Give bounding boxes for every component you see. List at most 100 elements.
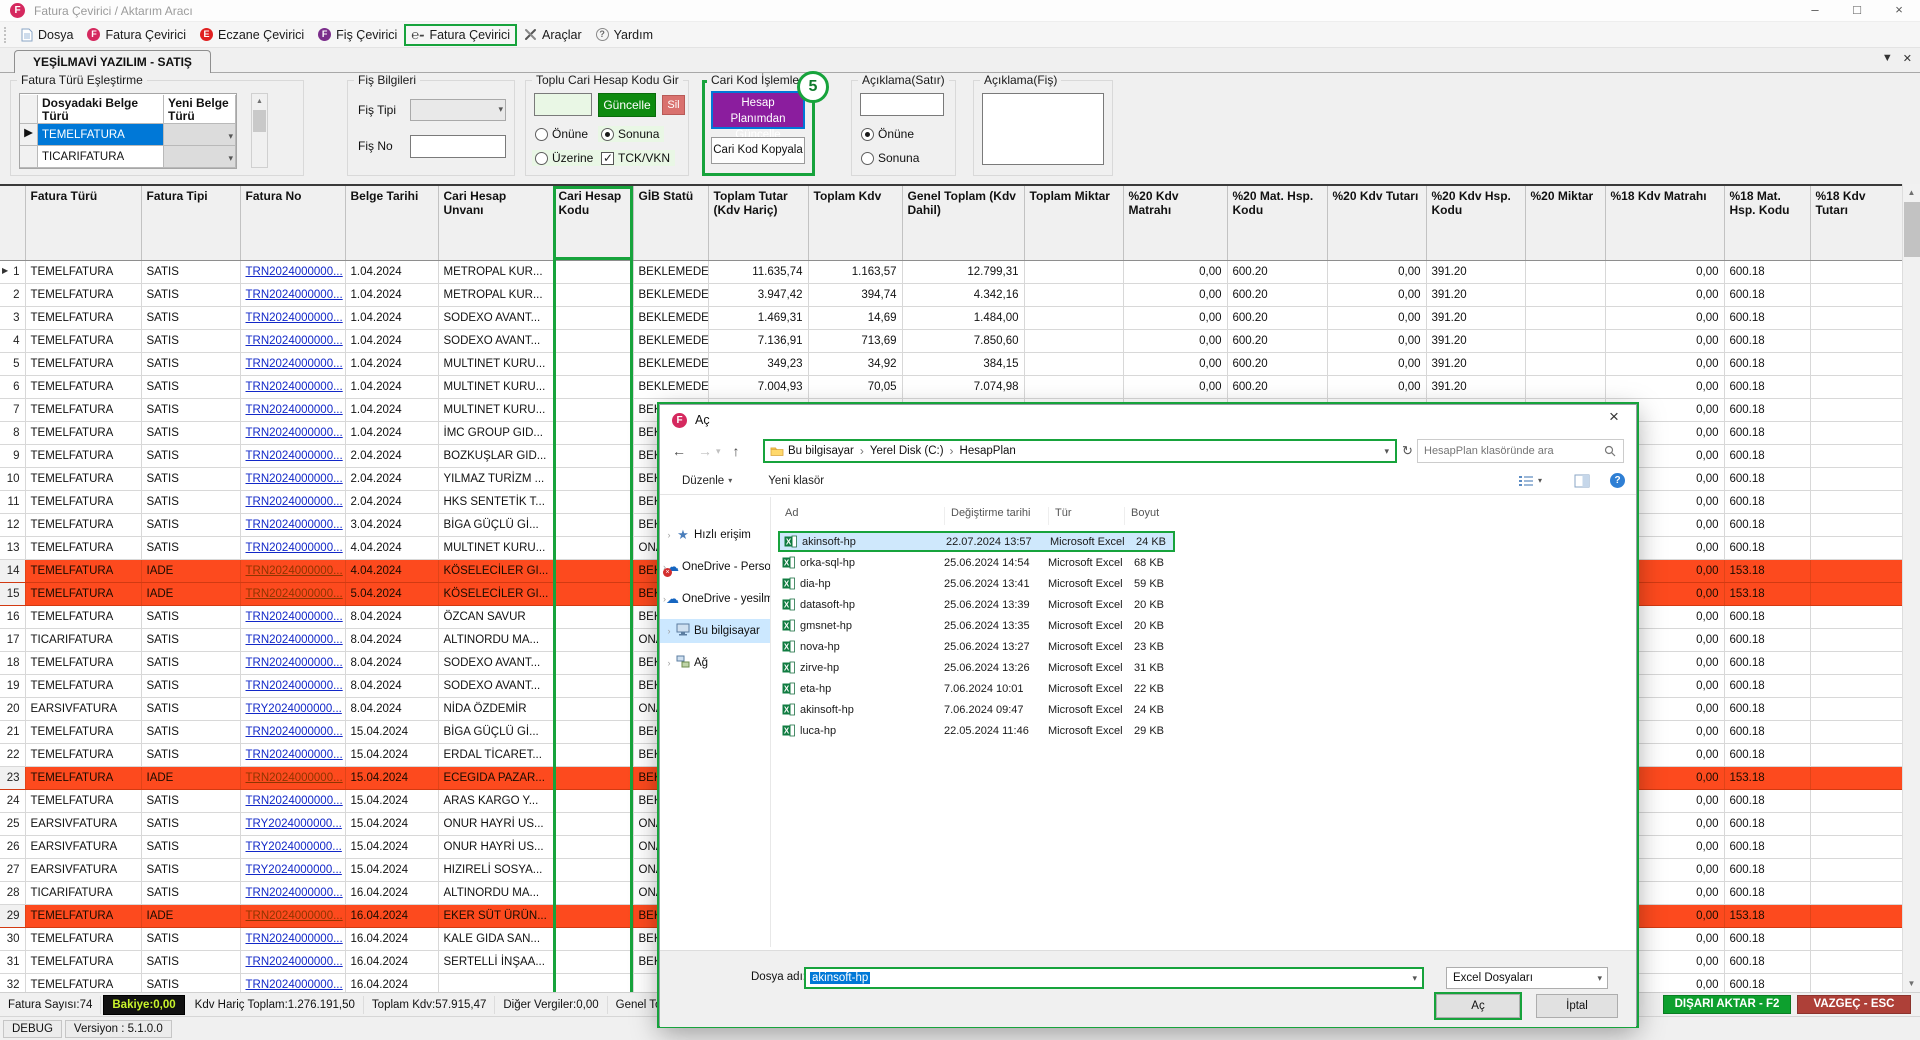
grid-cell[interactable]: 15.04.2024	[345, 858, 438, 881]
grid-cell[interactable]	[553, 306, 633, 329]
guncelle-button[interactable]: Güncelle	[598, 93, 656, 117]
file-row[interactable]: Xnova-hp25.06.2024 13:27Microsoft Excel …	[778, 636, 1175, 657]
grid-cell[interactable]: IADE	[141, 766, 240, 789]
grid-cell[interactable]: EARSIVFATURA	[25, 697, 141, 720]
invoice-row[interactable]: 4TEMELFATURASATISTRN2024000000...1.04.20…	[0, 329, 1902, 352]
grid-cell[interactable]: 15.04.2024	[345, 766, 438, 789]
invoice-row[interactable]: 6TEMELFATURASATISTRN2024000000...1.04.20…	[0, 375, 1902, 398]
grid-cell[interactable]: 600.18	[1724, 605, 1810, 628]
grid-cell[interactable]: 1.469,31	[708, 306, 808, 329]
grid-cell[interactable]: 384,15	[902, 352, 1024, 375]
invoice-row[interactable]: 5TEMELFATURASATISTRN2024000000...1.04.20…	[0, 352, 1902, 375]
disari-aktar-button[interactable]: DIŞARI AKTAR - F2	[1663, 995, 1791, 1014]
grid-cell[interactable]: 16.04.2024	[345, 950, 438, 973]
grid-cell[interactable]	[553, 398, 633, 421]
grid-cell[interactable]	[553, 329, 633, 352]
fatura-no-link[interactable]: TRN2024000000...	[246, 473, 343, 485]
grid-cell[interactable]: 600.18	[1724, 858, 1810, 881]
fatura-no-link[interactable]: TRN2024000000...	[246, 795, 343, 807]
menu-item-eczane-evirici[interactable]: EEczane Çevirici	[193, 25, 311, 45]
grid-cell[interactable]: TRN2024000000...	[240, 306, 345, 329]
grid-cell[interactable]: SATIS	[141, 950, 240, 973]
grid-cell[interactable]: TRN2024000000...	[240, 720, 345, 743]
grid-cell[interactable]: ÖZCAN SAVUR	[438, 605, 553, 628]
expander-icon[interactable]: ›	[663, 530, 675, 540]
grid-cell[interactable]: TRN2024000000...	[240, 743, 345, 766]
grid-cell[interactable]	[553, 973, 633, 992]
grid-cell[interactable]: TEMELFATURA	[25, 605, 141, 628]
grid-column-header[interactable]: Belge Tarihi	[345, 186, 438, 260]
grid-cell[interactable]: 0,00	[1123, 329, 1227, 352]
grid-cell[interactable]: SODEXO AVANT...	[438, 651, 553, 674]
row-header[interactable]: 20	[0, 697, 25, 720]
grid-cell[interactable]: 8.04.2024	[345, 674, 438, 697]
file-row[interactable]: Xorka-sql-hp25.06.2024 14:54Microsoft Ex…	[778, 552, 1175, 573]
grid-cell[interactable]: MULTINET KURU...	[438, 536, 553, 559]
grid-cell[interactable]: TRN2024000000...	[240, 904, 345, 927]
fatura-no-link[interactable]: TRN2024000000...	[246, 634, 343, 646]
grid-cell[interactable]	[553, 421, 633, 444]
grid-cell[interactable]: 600.18	[1724, 743, 1810, 766]
grid-cell[interactable]: BEKLEMEDE - SA...	[633, 283, 708, 306]
grid-cell[interactable]: 1.04.2024	[345, 421, 438, 444]
grid-cell[interactable]: 600.18	[1724, 651, 1810, 674]
breadcrumb-segment[interactable]: HesapPlan	[960, 445, 1016, 457]
tab-close-icon[interactable]: ✕	[1903, 52, 1912, 65]
view-mode-button[interactable]: ▾	[1518, 474, 1542, 488]
tab-dropdown-icon[interactable]: ▼	[1882, 52, 1893, 65]
grid-cell[interactable]: TRN2024000000...	[240, 973, 345, 992]
grid-cell[interactable]: SATIS	[141, 743, 240, 766]
grid-cell[interactable]	[438, 973, 553, 992]
help-button[interactable]: ?	[1610, 473, 1625, 488]
grid-cell[interactable]	[1810, 697, 1902, 720]
menu-item-fi-evirici[interactable]: FFiş Çevirici	[311, 25, 404, 45]
grid-cell[interactable]: 1.04.2024	[345, 398, 438, 421]
grid-cell[interactable]: 0,00	[1605, 329, 1724, 352]
grid-column-header[interactable]: %20 Kdv Hsp. Kodu	[1426, 186, 1525, 260]
grid-cell[interactable]: 600.18	[1724, 467, 1810, 490]
grid-cell[interactable]	[1024, 283, 1123, 306]
grid-cell[interactable]: TEMELFATURA	[25, 444, 141, 467]
fis-no-input[interactable]	[410, 135, 506, 158]
grid-cell[interactable]: 16.04.2024	[345, 927, 438, 950]
grid-cell[interactable]	[553, 513, 633, 536]
grid-cell[interactable]: 7.136,91	[708, 329, 808, 352]
grid-column-header[interactable]: Fatura No	[240, 186, 345, 260]
grid-cell[interactable]	[1810, 536, 1902, 559]
row-header[interactable]: 8	[0, 421, 25, 444]
grid-cell[interactable]: SATIS	[141, 674, 240, 697]
grid-cell[interactable]: SATIS	[141, 697, 240, 720]
grid-cell[interactable]	[553, 490, 633, 513]
grid-cell[interactable]: 600.18	[1724, 973, 1810, 992]
combo-dropdown-icon[interactable]: ▾	[1597, 973, 1602, 984]
grid-cell[interactable]: TRN2024000000...	[240, 605, 345, 628]
scroll-up-icon[interactable]: ▲	[1903, 184, 1920, 201]
fatura-no-link[interactable]: TRN2024000000...	[246, 519, 343, 531]
grid-cell[interactable]: EARSIVFATURA	[25, 858, 141, 881]
grid-cell[interactable]: 153.18	[1724, 766, 1810, 789]
grid-column-header[interactable]: %18 Mat. Hsp. Kodu	[1724, 186, 1810, 260]
grid-cell[interactable]: SATIS	[141, 720, 240, 743]
menu-item-ara-lar[interactable]: Araçlar	[517, 25, 589, 45]
grid-cell[interactable]: TEMELFATURA	[25, 927, 141, 950]
grid-cell[interactable]	[1024, 260, 1123, 283]
grid-cell[interactable]: TRN2024000000...	[240, 375, 345, 398]
maximize-button[interactable]: □	[1836, 0, 1878, 22]
duzenle-button[interactable]: Düzenle▾	[682, 475, 732, 487]
grid-cell[interactable]: 2.04.2024	[345, 490, 438, 513]
fatura-no-link[interactable]: TRN2024000000...	[246, 611, 343, 623]
grid-cell[interactable]	[553, 766, 633, 789]
grid-cell[interactable]: 0,00	[1327, 283, 1426, 306]
cari-kod-kopyala-button[interactable]: Cari Kod Kopyala	[711, 137, 805, 164]
grid-cell[interactable]	[1810, 375, 1902, 398]
grid-cell[interactable]	[1810, 490, 1902, 513]
grid-cell[interactable]: IADE	[141, 559, 240, 582]
fatura-no-link[interactable]: TRN2024000000...	[246, 910, 343, 922]
grid-cell[interactable]	[553, 743, 633, 766]
grid-cell[interactable]	[553, 858, 633, 881]
grid-cell[interactable]: SATIS	[141, 651, 240, 674]
grid-cell[interactable]: 0,00	[1327, 260, 1426, 283]
fatura-no-link[interactable]: TRN2024000000...	[246, 657, 343, 669]
menu-item-fatura-evirici[interactable]: ℮-Fatura Çevirici	[404, 24, 517, 46]
grid-cell[interactable]: MULTINET KURU...	[438, 375, 553, 398]
